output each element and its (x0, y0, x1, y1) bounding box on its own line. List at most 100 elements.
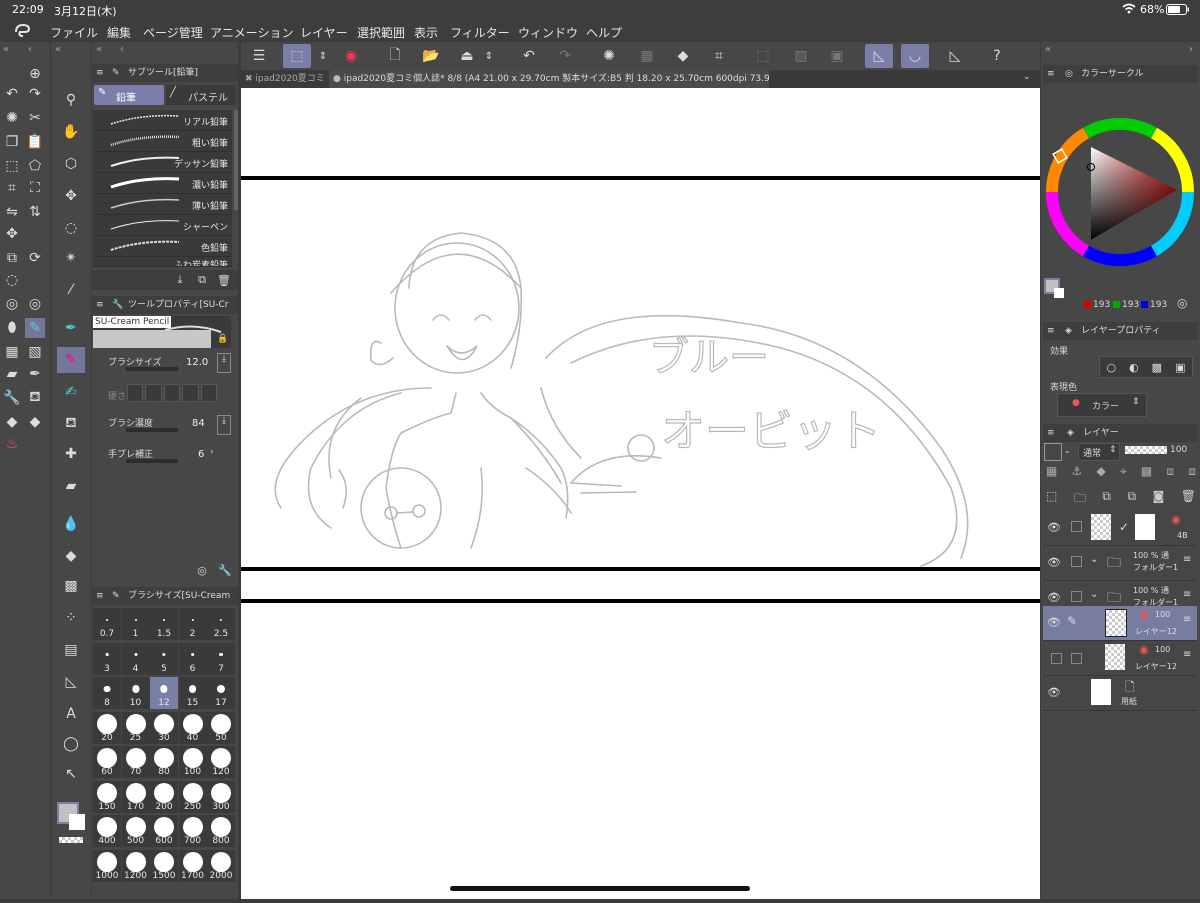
collapse-icon[interactable]: « (1045, 44, 1051, 55)
layer-color-icon[interactable] (1044, 443, 1062, 461)
density-dropdown-icon[interactable]: ⤓ (217, 415, 231, 435)
brush-size-option[interactable]: 80 (150, 746, 178, 778)
menu-icon[interactable]: ≡ (96, 64, 104, 82)
brush-item[interactable]: 薄い鉛筆 (93, 194, 232, 215)
lock-icon[interactable]: 🔒 (217, 334, 228, 344)
vector-pen-icon[interactable]: ✎ (25, 318, 45, 338)
wrench-icon[interactable]: 🔧 (215, 560, 235, 580)
brush-size-option[interactable]: 400 (93, 815, 121, 847)
zoom-tool-icon[interactable]: ⚲ (61, 90, 81, 110)
redo-icon[interactable]: ↷ (25, 84, 45, 104)
lasso-tool-icon[interactable]: ◌ (61, 218, 81, 238)
menu-icon[interactable]: ≡ (96, 587, 104, 605)
brush-size-option[interactable]: 250 (178, 780, 207, 813)
frame-tool-icon[interactable]: ▤ (61, 640, 81, 660)
tab-pastel[interactable]: ╱ パステル (166, 85, 236, 105)
brush-size-option[interactable]: 100 (178, 746, 207, 778)
select-all-icon[interactable]: ⬚ (2, 156, 22, 176)
brush-size-option[interactable]: 15 (178, 677, 207, 709)
opacity-slider[interactable] (1125, 446, 1167, 454)
collapse-icon[interactable]: « (55, 44, 61, 55)
brush-size-option[interactable]: 600 (150, 815, 178, 847)
record-icon[interactable]: ◉ (341, 46, 361, 66)
tab-document-active[interactable]: ● ipad2020夏コミ個人誌* 8/8 (A4 21.00 x 29.70c… (329, 70, 769, 88)
layer-checkbox[interactable] (1071, 556, 1082, 567)
move-tool-icon[interactable]: ✥ (61, 186, 81, 206)
layer-color-effect-icon[interactable]: ▣ (1175, 361, 1185, 374)
brush-size-option[interactable]: 7 (207, 642, 235, 675)
layer-menu-icon[interactable]: ≡ (1183, 614, 1191, 625)
selection-pen-icon[interactable]: ⬮ (2, 318, 22, 338)
brush-size-option[interactable]: 60 (93, 746, 121, 778)
save-icon[interactable]: ⬚ (283, 44, 311, 68)
brush-size-option[interactable]: 6 (178, 642, 207, 675)
duplicate-layer-icon[interactable]: ⧉ (1127, 489, 1136, 509)
brush-size-option[interactable]: 20 (93, 711, 121, 744)
cut-icon[interactable]: ✂ (25, 108, 45, 128)
tab-pencil[interactable]: ✎ 鉛筆 (94, 85, 164, 105)
download-icon[interactable]: ⤓ (170, 270, 190, 290)
layer-menu-icon[interactable]: ≡ (1183, 554, 1191, 565)
tone-effect-icon[interactable]: ◐ (1129, 361, 1139, 374)
rotate-icon[interactable]: ⟳ (25, 248, 45, 268)
draft-layer-icon[interactable]: ◆ (1097, 464, 1106, 484)
layer-menu-icon[interactable]: ≡ (1183, 649, 1191, 660)
brush-size-option[interactable]: 170 (121, 780, 150, 813)
new-mask-icon[interactable]: ◙ (1153, 489, 1165, 509)
sub-color-swatch[interactable] (69, 814, 85, 830)
brush-size-dropdown-icon[interactable]: ⤓ (217, 353, 231, 373)
brush-item[interactable]: ふわ炭素鉛筆 (93, 257, 232, 267)
new-file-icon[interactable]: 🗋 (385, 46, 405, 66)
scrollbar[interactable] (234, 110, 238, 210)
menu-icon[interactable]: ≡ (96, 296, 104, 314)
brush-size-option[interactable]: 4 (121, 642, 150, 675)
brush-tool-icon[interactable]: ✍ (61, 382, 81, 402)
lock-alpha-icon[interactable]: ▩ (1141, 464, 1152, 484)
chevron-right-icon[interactable]: › (210, 447, 214, 457)
stabilize-value[interactable]: 6 (198, 449, 204, 460)
brush-size-option[interactable]: 1700 (178, 849, 207, 882)
cake-icon[interactable]: ♨ (2, 434, 22, 454)
chevron-updown-icon[interactable]: ⇕ (479, 46, 499, 66)
brush-size-option[interactable]: 300 (207, 780, 235, 813)
merge-down-icon[interactable]: ⧉ (1102, 489, 1111, 509)
tab-document[interactable]: ✖ ipad2020夏コミ (241, 70, 327, 88)
copy-icon[interactable]: ❐ (2, 132, 22, 152)
layer-menu-icon[interactable]: ≡ (1183, 589, 1191, 600)
chevron-down-icon[interactable]: ⌄ (1090, 589, 1098, 600)
brush-size-option[interactable]: 3 (93, 642, 121, 675)
app-logo-icon[interactable] (14, 22, 32, 41)
brush-item[interactable]: 粗い鉛筆 (93, 131, 232, 152)
brush-size-option[interactable]: 40 (178, 711, 207, 744)
color-wheel[interactable] (1043, 115, 1198, 270)
object-tool-icon[interactable]: ⬡ (61, 154, 81, 174)
brush-size-option[interactable]: 30 (150, 711, 178, 744)
hamburger-icon[interactable]: ☰ (249, 46, 269, 66)
brush-size-option[interactable]: 1200 (121, 849, 150, 882)
help-icon[interactable]: ? (987, 46, 1007, 66)
brush-size-option[interactable]: 70 (121, 746, 150, 778)
select-region-icon[interactable]: ▦ (2, 342, 22, 362)
export-icon[interactable]: ⏏ (457, 46, 477, 66)
stabilize-slider[interactable] (126, 459, 178, 463)
eye-icon[interactable]: 👁 (1047, 616, 1061, 629)
effect-buttons[interactable]: ○ ◐ ▩ ▣ (1099, 356, 1193, 378)
eye-icon[interactable]: 👁 (1047, 556, 1061, 569)
menu-layer[interactable]: レイヤー (300, 24, 348, 41)
layer-row[interactable]: 👁 ✓ ◉ 4B (1043, 511, 1197, 546)
undo-icon[interactable]: ↶ (519, 46, 539, 66)
ruler-tool-icon[interactable]: ◺ (61, 672, 81, 692)
close-icon[interactable]: ✖ (245, 74, 253, 84)
layer-row[interactable]: 👁 🗋 用紙 (1043, 676, 1197, 711)
brush-size-option[interactable]: 1 (121, 608, 150, 640)
decoration-tool-icon[interactable]: ✚ (61, 444, 81, 464)
brush-size-value[interactable]: 12.0 (186, 357, 208, 368)
layer-row-active[interactable]: 👁 ✎ ◉ 100 レイヤー12 ≡ (1043, 606, 1197, 641)
brush-size-option[interactable]: 1.5 (150, 608, 178, 640)
menu-window[interactable]: ウィンドウ (518, 24, 578, 41)
ruler-icon[interactable]: ▣ (827, 46, 847, 66)
menu-file[interactable]: ファイル (50, 24, 98, 41)
brush-size-option[interactable]: 500 (121, 815, 150, 847)
chevron-down-icon[interactable]: ⌄ (1064, 446, 1071, 455)
chevron-right-icon[interactable]: › (1189, 44, 1193, 55)
